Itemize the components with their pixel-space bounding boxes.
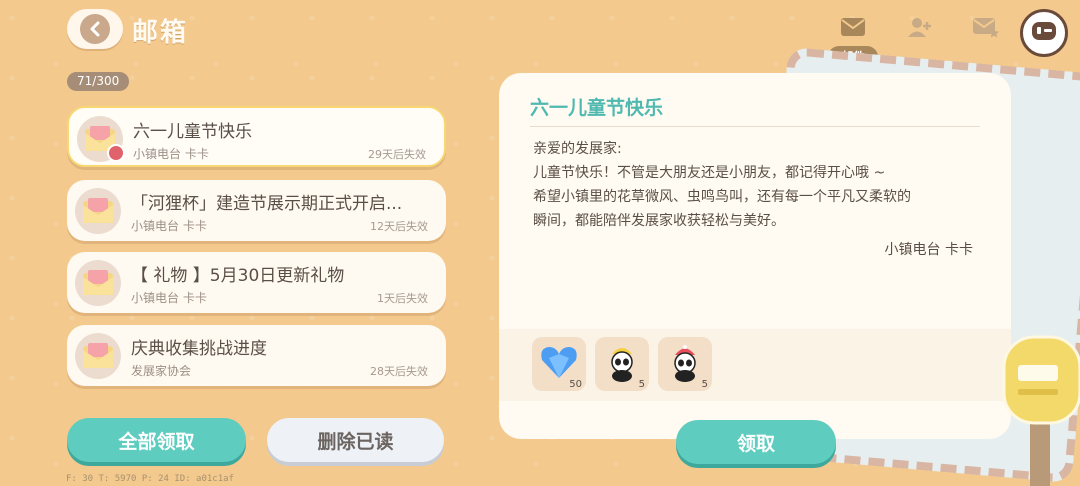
divider: [530, 126, 980, 127]
delete-read-button[interactable]: 删除已读: [267, 418, 444, 462]
mail-item[interactable]: 【 礼物 】5月30日更新礼物 小镇电台 卡卡 1天后失效: [67, 252, 446, 313]
chevron-left-icon: [80, 14, 110, 44]
panda-yellow-hat-icon: [604, 342, 640, 386]
mail-sender: 小镇电台 卡卡: [131, 219, 207, 233]
mail-sender: 发展家协会: [131, 364, 192, 378]
blue-heart-crystal-icon: [539, 344, 579, 384]
mail-list[interactable]: 六一儿童节快乐 小镇电台 卡卡 29天后失效 「河狸杯」建造节展示期正式开启..…: [67, 106, 446, 396]
mail-count-badge: 71/300: [67, 72, 130, 91]
reward-quantity: 5: [701, 379, 708, 390]
mail-body-line: 儿童节快乐！不管是大朋友还是小朋友，都记得开心哦 ~: [533, 165, 886, 181]
tab-starred-mail[interactable]: [966, 14, 1006, 44]
mailbox-icon: [1000, 335, 1080, 486]
mail-icon: [840, 17, 866, 41]
mail-detail-body: 亲爱的发展家: 儿童节快乐！不管是大朋友还是小朋友，都记得开心哦 ~ 希望小镇里…: [533, 137, 983, 233]
mail-detail-title: 六一儿童节快乐: [530, 97, 664, 119]
page-title: 邮箱: [132, 18, 189, 48]
panda-pink-hat-icon: [667, 342, 703, 386]
envelope-icon: [75, 333, 121, 379]
mail-item[interactable]: 「河狸杯」建造节展示期正式开启... 小镇电台 卡卡 12天后失效: [67, 180, 446, 241]
mail-expiry: 12天后失效: [370, 220, 428, 233]
mail-body-line: 瞬间，都能陪伴发展家收获轻松与美好。: [533, 213, 785, 229]
mail-expiry: 28天后失效: [370, 365, 428, 378]
mail-signature: 小镇电台 卡卡: [884, 242, 973, 258]
mail-title: 六一儿童节快乐: [133, 122, 252, 142]
envelope-icon: [75, 260, 121, 306]
claim-all-button[interactable]: 全部领取: [67, 418, 246, 462]
mail-title: 「河狸杯」建造节展示期正式开启...: [131, 194, 403, 214]
reward-item[interactable]: 5: [658, 337, 712, 391]
reward-quantity: 50: [569, 379, 582, 390]
mail-sender: 小镇电台 卡卡: [133, 147, 209, 161]
envelope-icon: [75, 188, 121, 234]
mail-item[interactable]: 庆典收集挑战进度 发展家协会 28天后失效: [67, 325, 446, 386]
tab-mail[interactable]: [833, 14, 873, 44]
back-button[interactable]: [67, 9, 123, 49]
reward-item[interactable]: 50: [532, 337, 586, 391]
reward-quantity: 5: [638, 379, 645, 390]
reward-item[interactable]: 5: [595, 337, 649, 391]
reward-strip: 50 5 5: [499, 329, 1011, 401]
claim-button[interactable]: 领取: [676, 420, 836, 464]
mail-item[interactable]: 六一儿童节快乐 小镇电台 卡卡 29天后失效: [67, 106, 446, 167]
mail-sender: 小镇电台 卡卡: [131, 291, 207, 305]
mailbox-avatar-icon: [1030, 19, 1058, 47]
mail-body-line: 希望小镇里的花草微风、虫鸣鸟叫，还有每一个平凡又柔软的: [533, 189, 911, 205]
mail-greeting: 亲爱的发展家:: [533, 141, 622, 157]
starred-mail-icon: [972, 16, 1000, 42]
lock-icon: [107, 144, 125, 162]
mail-title: 庆典收集挑战进度: [131, 339, 267, 359]
mail-expiry: 29天后失效: [368, 148, 426, 161]
mail-expiry: 1天后失效: [377, 292, 428, 305]
add-friend-icon: [907, 16, 933, 42]
profile-avatar[interactable]: [1020, 9, 1068, 57]
debug-info: F: 30 T: 5970 P: 24 ID: a01c1af: [66, 474, 234, 484]
mail-title: 【 礼物 】5月30日更新礼物: [131, 266, 345, 286]
mail-detail-panel: 六一儿童节快乐 亲爱的发展家: 儿童节快乐！不管是大朋友还是小朋友，都记得开心哦…: [499, 73, 1011, 439]
tab-friend-requests[interactable]: [900, 14, 940, 44]
